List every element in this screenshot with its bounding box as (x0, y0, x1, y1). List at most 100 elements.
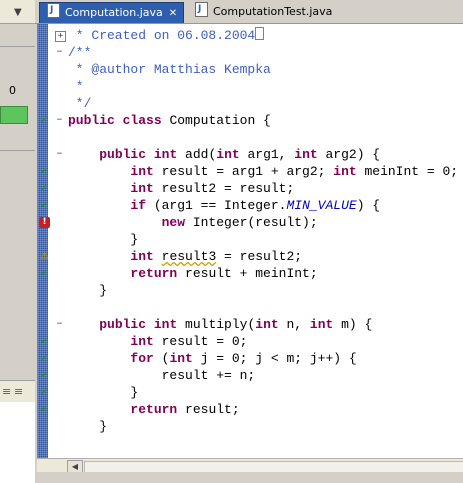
comment-token: * @author Matthias Kempka (68, 62, 271, 77)
code-line[interactable]: return result; (68, 401, 240, 418)
code-line[interactable]: } (68, 384, 138, 401)
keyword-token: int (153, 317, 178, 332)
code-line[interactable]: int result = arg1 + arg2; int meinInt = … (68, 163, 458, 180)
fold-collapse-icon[interactable]: − (55, 116, 64, 125)
close-icon[interactable]: ✕ (169, 4, 177, 24)
fold-collapse-icon[interactable]: − (55, 150, 64, 159)
code-line[interactable]: */ (68, 95, 92, 112)
keyword-token: public (99, 147, 147, 162)
code-token: result += n; (68, 368, 256, 383)
java-file-icon (47, 0, 60, 20)
code-token: n, (278, 317, 310, 332)
checkmark-icon[interactable]: ✓ (39, 166, 50, 177)
code-token: result + meinInt; (177, 266, 318, 281)
java-editor: Computation.java ✕ ComputationTest.java +… (35, 0, 463, 483)
keyword-token: int (309, 317, 334, 332)
code-token: add( (177, 147, 217, 162)
code-line[interactable]: public class Computation { (68, 112, 271, 129)
code-token: result; (177, 402, 240, 417)
code-token: result = 0; (153, 334, 248, 349)
keyword-token: new (161, 215, 186, 230)
keyword-token: int (294, 147, 318, 162)
code-line[interactable]: new Integer(result); (68, 214, 318, 231)
code-token: result = arg1 + arg2; (153, 164, 334, 179)
fold-collapse-icon[interactable]: − (55, 48, 64, 57)
warning-token: result3 (161, 249, 217, 264)
keyword-token: int (216, 147, 240, 162)
code-token: result2 = result; (153, 181, 295, 196)
warning-marker-icon[interactable]: ⚠ (39, 251, 50, 262)
code-line[interactable]: return result + meinInt; (68, 265, 318, 282)
left-panel-splitter[interactable] (0, 150, 35, 151)
code-token: = result2; (216, 249, 303, 264)
keyword-token: public (99, 317, 147, 332)
left-panel-lower-content (0, 402, 35, 483)
keyword-token: int (169, 351, 193, 366)
code-area[interactable]: + − − − − * Created on 06.08.2004 /** * @auth… (37, 24, 463, 458)
static-field-token: MIN_VALUE (286, 198, 357, 213)
code-line[interactable]: int result = 0; (68, 333, 247, 350)
code-line[interactable]: public int multiply(int n, int m) { (68, 316, 372, 333)
editor-tab-bar: Computation.java ✕ ComputationTest.java (35, 0, 463, 24)
tab-computation-java[interactable]: Computation.java ✕ (39, 0, 185, 24)
checkmark-icon[interactable]: ✓ (39, 353, 50, 364)
code-token: m) { (333, 317, 373, 332)
checkmark-icon[interactable]: ✓ (39, 268, 50, 279)
code-line[interactable]: * Created on 06.08.2004 (68, 27, 265, 44)
checkmark-icon[interactable]: ✓ (39, 200, 50, 211)
left-panel-divider (0, 46, 35, 47)
checkmark-icon[interactable]: ✓ (39, 404, 50, 415)
code-line[interactable]: public int add(int arg1, int arg2) { (68, 146, 380, 163)
list-view-icon[interactable]: ≡ (14, 385, 23, 398)
comment-token: * (68, 79, 84, 94)
checkmark-icon[interactable]: ✓ (39, 370, 50, 381)
comment-token: /** (68, 45, 92, 60)
code-token: } (68, 283, 108, 298)
fold-expand-icon[interactable]: + (55, 31, 66, 42)
text-cursor (255, 27, 265, 40)
keyword-token: return (130, 266, 178, 281)
code-line[interactable]: } (68, 231, 138, 248)
code-line[interactable]: } (68, 418, 107, 435)
keyword-token: int (130, 181, 154, 196)
code-line[interactable]: int result3 = result2; (68, 248, 302, 265)
error-marker-icon[interactable]: ! (39, 217, 50, 228)
code-token: Computation { (161, 113, 271, 128)
code-line[interactable]: int result2 = result; (68, 180, 294, 197)
code-line[interactable]: } (68, 282, 107, 299)
keyword-token: int (153, 147, 178, 162)
code-line[interactable]: for (int j = 0; j < m; j++) { (68, 350, 356, 367)
code-token: ) { (356, 198, 381, 213)
checkmark-icon[interactable]: ✓ (39, 336, 50, 347)
code-line[interactable]: if (arg1 == Integer.MIN_VALUE) { (68, 197, 380, 214)
keyword-token: for (130, 351, 154, 366)
code-token: arg1, (239, 147, 295, 162)
keyword-token: public (68, 113, 115, 128)
keyword-token: if (130, 198, 147, 213)
checkmark-icon[interactable]: ✓ (39, 387, 50, 398)
horizontal-scrollbar[interactable]: ◀ (37, 458, 463, 474)
code-line[interactable]: * @author Matthias Kempka (68, 61, 271, 78)
code-token: (arg1 == Integer. (146, 198, 287, 213)
code-line[interactable]: * (68, 78, 84, 95)
code-token: multiply( (177, 317, 256, 332)
fold-collapse-icon[interactable]: − (55, 320, 64, 329)
checkmark-icon[interactable]: ✓ (39, 183, 50, 194)
list-view-icon[interactable]: ≡ (2, 385, 11, 398)
dropdown-arrow-icon[interactable]: ▼ (14, 7, 22, 18)
checkmark-icon[interactable]: ✓ (39, 115, 50, 126)
code-line[interactable]: /** (68, 44, 91, 61)
tab-computationtest-java[interactable]: ComputationTest.java (188, 0, 332, 22)
code-line[interactable]: result += n; (68, 367, 256, 384)
